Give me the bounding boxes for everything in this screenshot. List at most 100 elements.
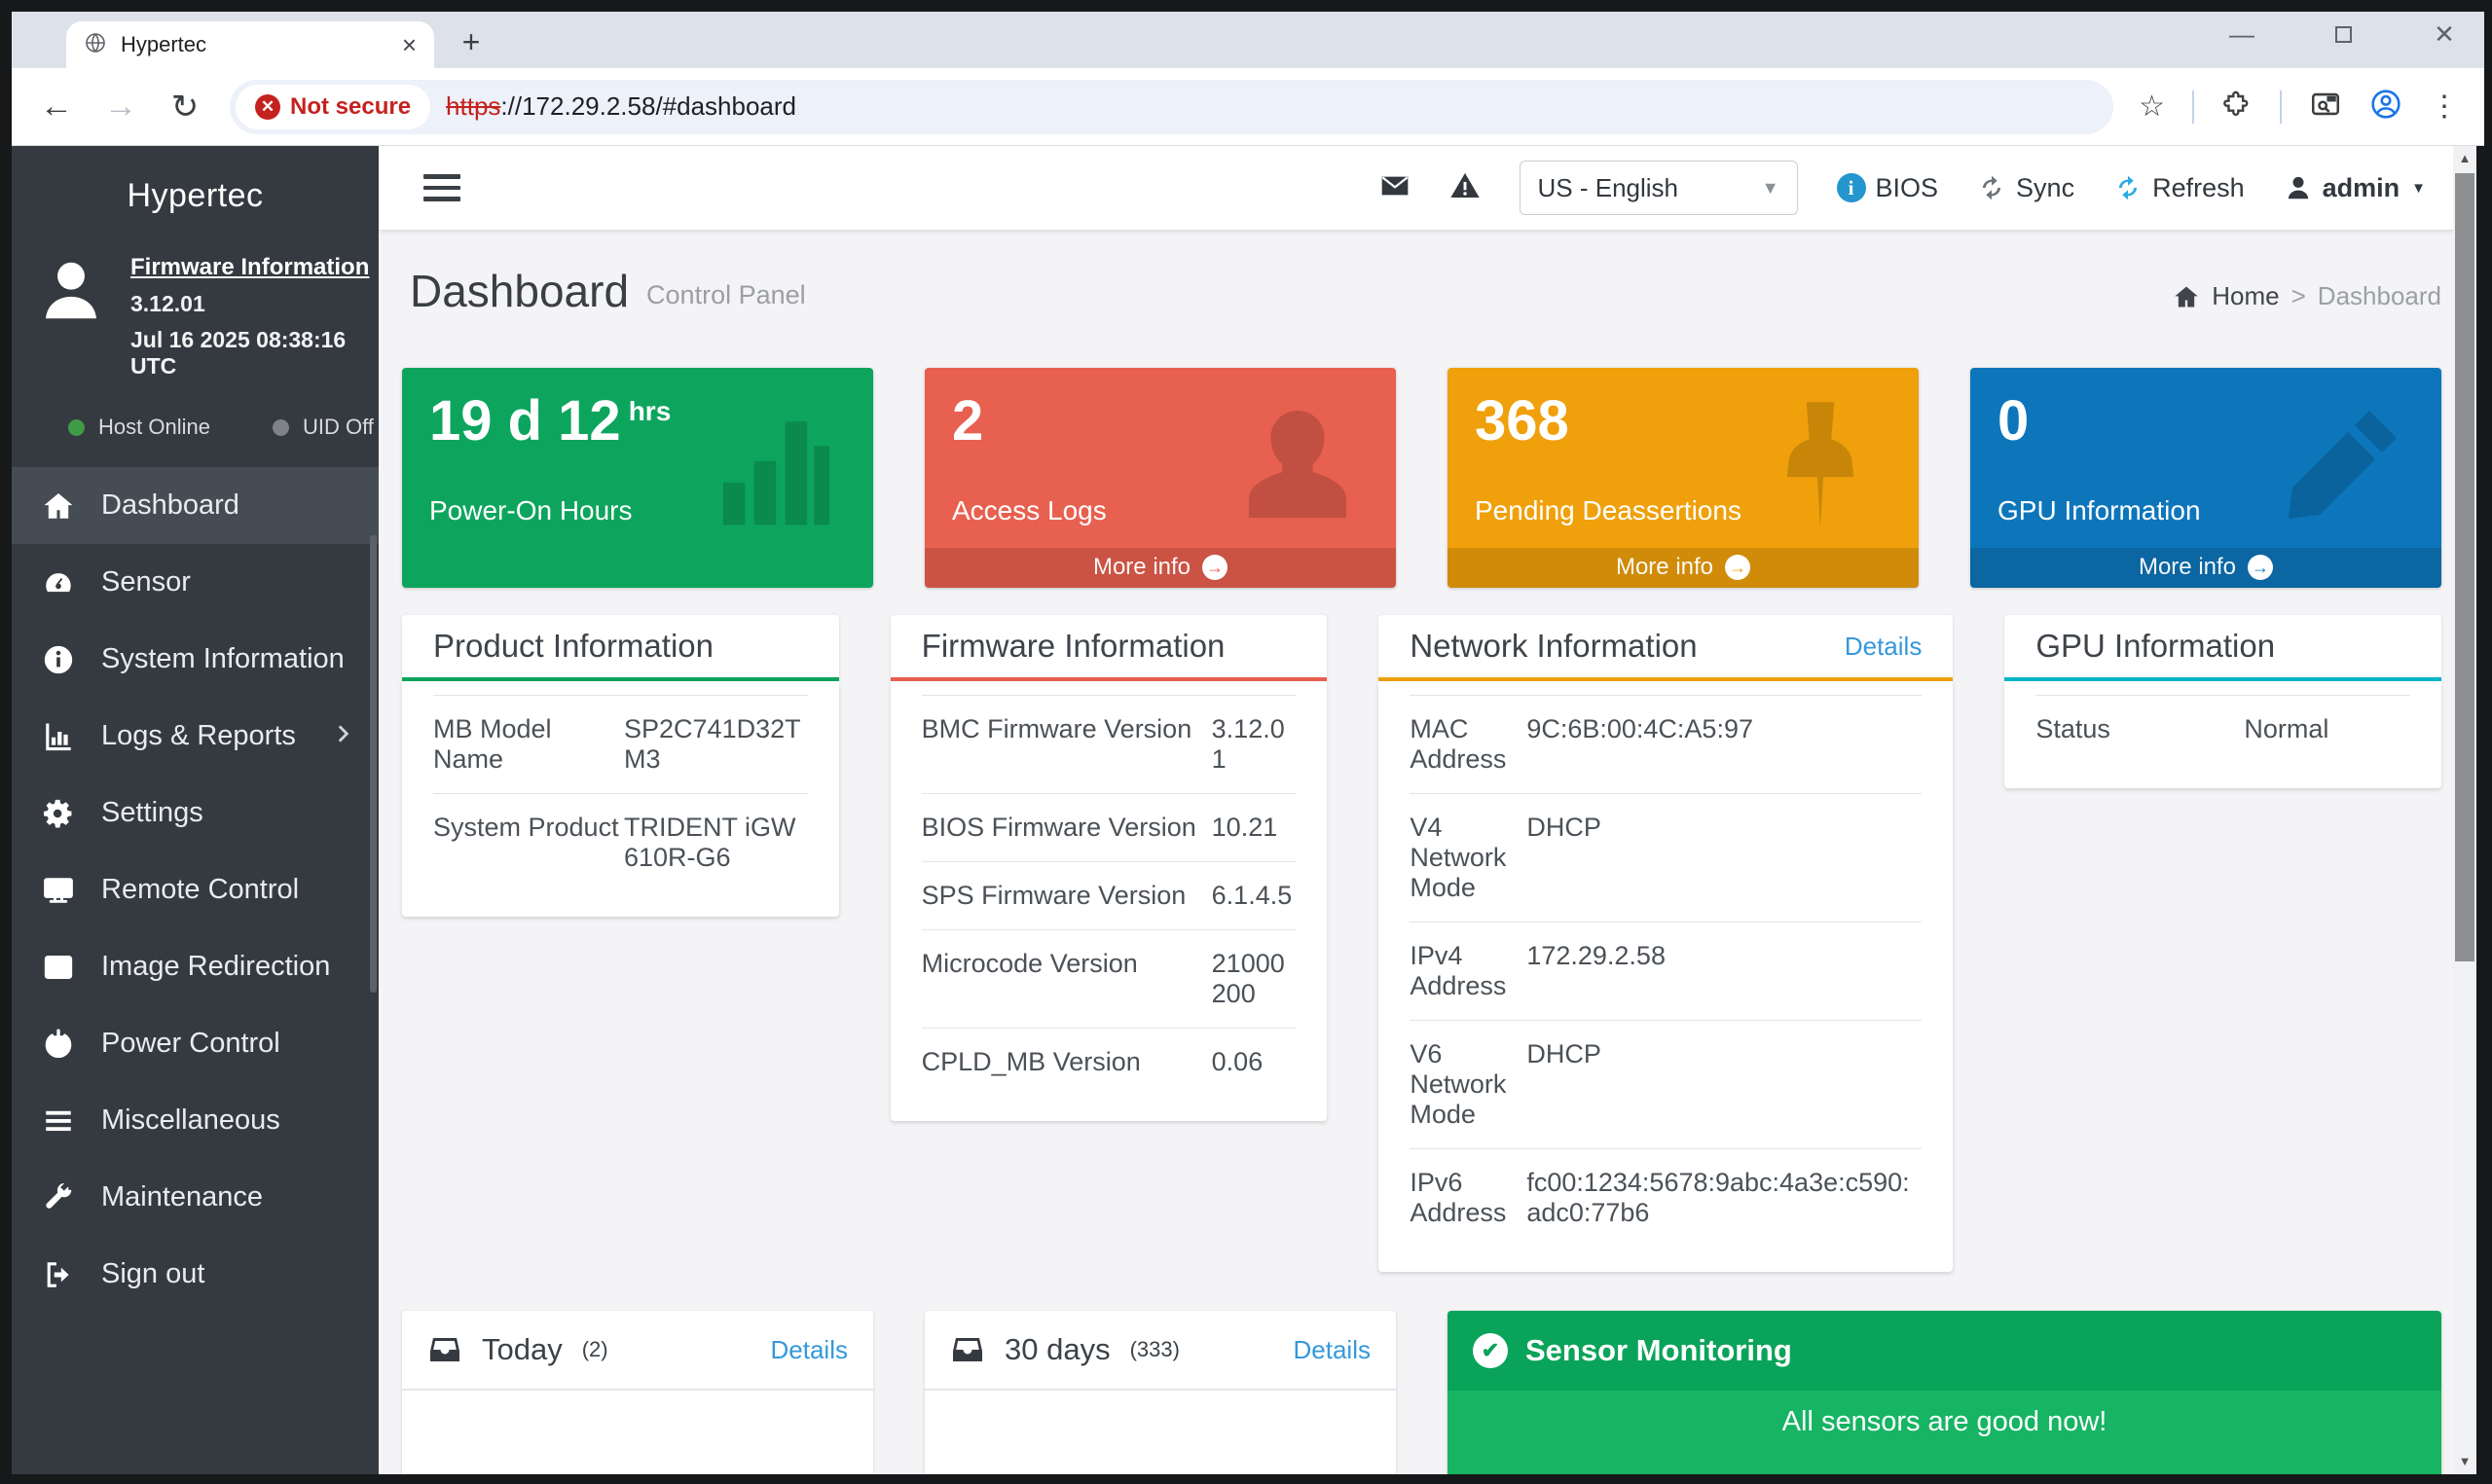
back-icon[interactable]: ←: [37, 88, 76, 126]
sidebar-item[interactable]: Image Redirection: [12, 928, 379, 1005]
sidebar-item[interactable]: Settings: [12, 775, 379, 851]
reload-icon[interactable]: ↻: [165, 88, 204, 127]
breadcrumb-home[interactable]: Home: [2212, 281, 2279, 311]
today-details-link[interactable]: Details: [771, 1335, 848, 1365]
sidebar-item[interactable]: Logs & Reports: [12, 698, 379, 775]
stat-card: 368 Pending Deassertions More info →: [1448, 368, 1919, 588]
forward-icon[interactable]: →: [101, 88, 140, 126]
sidebar-item[interactable]: Remote Control: [12, 851, 379, 928]
more-info-link[interactable]: More info →: [1970, 548, 2441, 588]
user-menu[interactable]: admin ▼: [2284, 173, 2426, 203]
events-today-label: Today: [482, 1332, 563, 1367]
bookmark-star-icon[interactable]: ☆: [2139, 90, 2165, 124]
sidebar-item[interactable]: Maintenance: [12, 1159, 379, 1236]
sidebar-item[interactable]: Power Control: [12, 1005, 379, 1082]
stat-card: 19 d 12hrs Power-On Hours →: [402, 368, 873, 588]
card-value: 2: [952, 389, 1369, 454]
firmware-version: 3.12.01: [130, 291, 379, 317]
card-value: 0: [1997, 389, 2414, 454]
new-tab-button[interactable]: +: [452, 24, 491, 60]
window-minimize-icon[interactable]: —: [2227, 19, 2256, 50]
tab-close-icon[interactable]: ×: [402, 32, 417, 57]
arrow-circle-right-icon: →: [1725, 555, 1750, 580]
inbox-icon: [950, 1332, 985, 1367]
events-today-count: (2): [582, 1337, 608, 1362]
refresh-button[interactable]: Refresh: [2113, 173, 2245, 203]
events-30days-count: (333): [1130, 1337, 1180, 1362]
bars-icon: [41, 1104, 76, 1139]
page-title: Dashboard: [410, 265, 629, 317]
page-scrollbar[interactable]: ▲ ▼: [2453, 146, 2476, 1474]
not-secure-chip[interactable]: ✕ Not secure: [236, 85, 430, 129]
hamburger-menu-icon[interactable]: [423, 174, 460, 201]
network-details-link[interactable]: Details: [1845, 632, 1922, 662]
language-select[interactable]: US - English ▼: [1520, 161, 1798, 215]
more-info-link[interactable]: More info →: [925, 548, 1396, 588]
host-online-dot: [68, 419, 85, 436]
product-information-panel: Product Information MB Model NameSP2C741…: [402, 615, 839, 917]
scrollbar-thumb[interactable]: [2455, 173, 2474, 961]
30days-details-link[interactable]: Details: [1294, 1335, 1371, 1365]
drive-icon: [41, 950, 76, 985]
extensions-icon[interactable]: [2221, 89, 2253, 125]
messages-envelope-icon[interactable]: [1379, 170, 1411, 206]
search-tabs-icon[interactable]: [2309, 88, 2342, 126]
uid-status: UID Off: [273, 415, 374, 440]
sensor-monitoring-message: All sensors are good now!: [1782, 1406, 2107, 1437]
table-row: IPv4 Address172.29.2.58: [1410, 922, 1922, 1020]
sensor-monitoring-title: Sensor Monitoring: [1525, 1333, 1792, 1368]
more-info-link[interactable]: More info →: [1448, 548, 1919, 588]
home-icon: [2173, 283, 2200, 310]
alerts-warning-icon[interactable]: [1449, 170, 1481, 206]
gear-icon: [41, 796, 76, 831]
url-text: https://172.29.2.58/#dashboard: [446, 91, 796, 122]
sidebar-scrollbar[interactable]: [370, 535, 377, 993]
user-caret-icon: ▼: [2411, 180, 2426, 197]
card-value: 19 d 12hrs: [429, 389, 846, 454]
browser-menu-icon[interactable]: ⋮: [2430, 90, 2459, 124]
sync-button[interactable]: Sync: [1977, 173, 2074, 203]
signout-icon: [41, 1257, 76, 1292]
not-secure-label: Not secure: [290, 93, 411, 121]
browser-urlbar: ← → ↻ ✕ Not secure https://172.29.2.58/#…: [12, 68, 2484, 146]
stat-card: 0 GPU Information More info →: [1970, 368, 2441, 588]
firmware-date: Jul 16 2025 08:38:16 UTC: [130, 327, 379, 380]
uid-off-dot: [273, 419, 289, 436]
scroll-up-icon[interactable]: ▲: [2453, 146, 2476, 171]
table-row: BMC Firmware Version3.12.01: [922, 695, 1297, 793]
user-avatar-icon: [33, 252, 109, 333]
arrow-circle-right-icon: →: [1202, 555, 1228, 580]
table-row: System ProductTRIDENT iGW610R-G6: [433, 793, 808, 891]
scroll-down-icon[interactable]: ▼: [2453, 1449, 2476, 1474]
brand-logo: Hypertec: [12, 146, 379, 215]
inbox-icon: [427, 1332, 462, 1367]
breadcrumb: Home > Dashboard: [2173, 281, 2441, 317]
events-30days-panel: 30 days (333) Details: [925, 1311, 1396, 1474]
sidebar-item[interactable]: System Information: [12, 621, 379, 698]
select-caret-icon: ▼: [1762, 178, 1779, 199]
sidebar-item[interactable]: Sign out: [12, 1236, 379, 1313]
profile-icon[interactable]: [2369, 88, 2402, 126]
table-row: Microcode Version21000200: [922, 929, 1297, 1028]
page-subtitle: Control Panel: [646, 280, 806, 317]
browser-window: Hypertec × + — ✕ ← → ↻ ✕ Not secure http…: [12, 12, 2484, 1474]
card-value: 368: [1475, 389, 1891, 454]
panel-title: GPU Information: [2035, 628, 2410, 665]
tab-title: Hypertec: [121, 32, 388, 57]
address-bar[interactable]: ✕ Not secure https://172.29.2.58/#dashbo…: [230, 80, 2113, 134]
sidebar-item[interactable]: Dashboard: [12, 467, 379, 544]
bios-button[interactable]: i BIOS: [1837, 173, 1939, 203]
window-close-icon[interactable]: ✕: [2430, 19, 2459, 50]
window-maximize-icon[interactable]: [2328, 19, 2358, 50]
sidebar-item[interactable]: Sensor: [12, 544, 379, 621]
sidebar-item[interactable]: Miscellaneous: [12, 1082, 379, 1159]
card-label: GPU Information: [1997, 495, 2414, 526]
events-today-panel: Today (2) Details: [402, 1311, 873, 1474]
table-row: BIOS Firmware Version10.21: [922, 793, 1297, 861]
monitor-icon: [41, 873, 76, 908]
firmware-information-link[interactable]: Firmware Information: [130, 254, 379, 281]
table-row: MAC Address9C:6B:00:4C:A5:97: [1410, 695, 1922, 793]
browser-tab[interactable]: Hypertec ×: [66, 21, 434, 68]
table-row: StatusNormal: [2035, 695, 2410, 763]
panel-title: Firmware Information: [922, 628, 1297, 665]
